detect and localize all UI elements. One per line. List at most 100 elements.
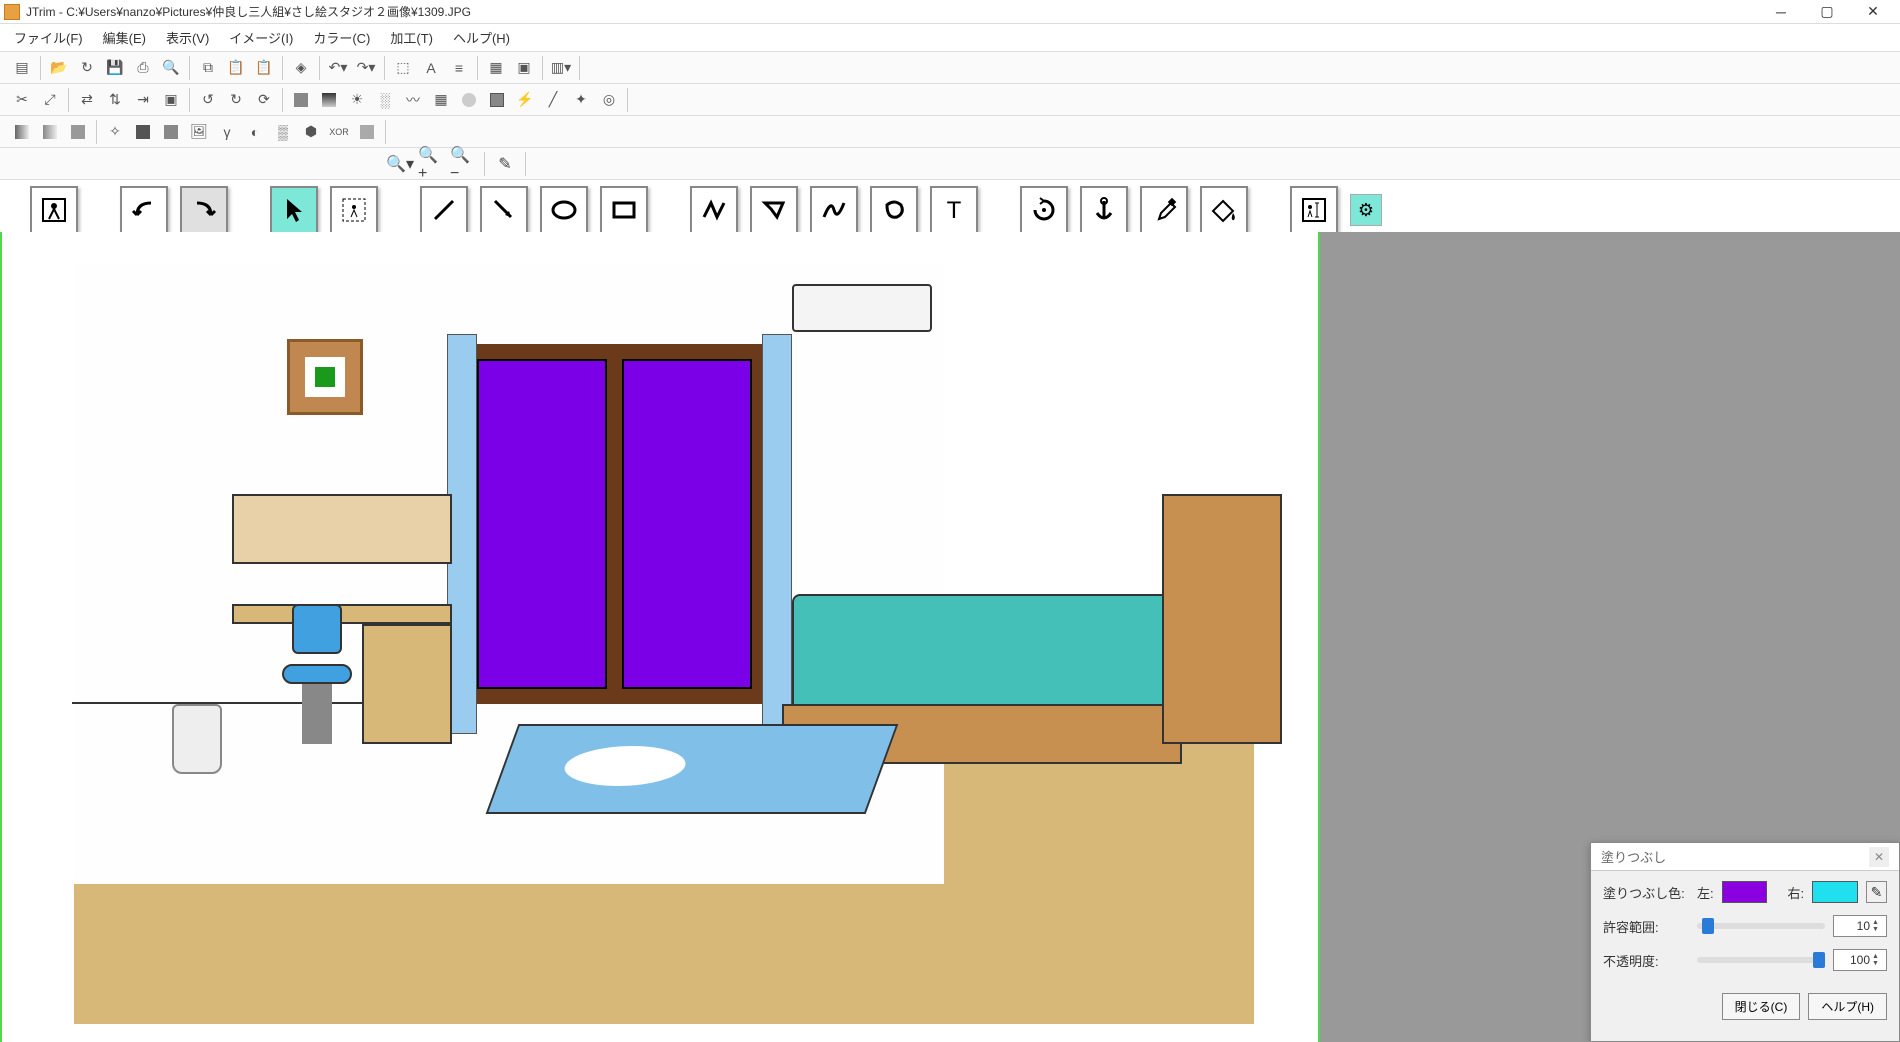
edge-button[interactable]: ╱ xyxy=(541,88,565,112)
emboss-button[interactable] xyxy=(485,88,509,112)
fill-color-label: 塗りつぶし色: xyxy=(1603,883,1689,902)
right-color-swatch[interactable] xyxy=(1812,881,1858,903)
menu-file[interactable]: ファイル(F) xyxy=(4,24,93,51)
film-icon[interactable]: ▣ xyxy=(512,56,536,80)
tool-select-area[interactable] xyxy=(330,186,378,234)
photo-button[interactable]: 🖼 xyxy=(187,120,211,144)
tool-polygon[interactable] xyxy=(750,186,798,234)
noise-button[interactable]: ░ xyxy=(373,88,397,112)
tool-settings[interactable]: ⚙ xyxy=(1350,194,1382,226)
tolerance-input[interactable]: 10 ▲▼ xyxy=(1833,915,1887,937)
tool-arrow[interactable] xyxy=(480,186,528,234)
tool-undo[interactable] xyxy=(120,186,168,234)
tone2-button[interactable] xyxy=(38,120,62,144)
grid4-icon[interactable]: ▦ xyxy=(484,56,508,80)
tool-closed-curve[interactable] xyxy=(870,186,918,234)
menu-image[interactable]: イメージ(I) xyxy=(219,24,303,51)
copy-button[interactable]: ⧉ xyxy=(196,56,220,80)
mosaic-button[interactable]: ▦ xyxy=(429,88,453,112)
paste-new-button[interactable]: 📋 xyxy=(252,56,276,80)
solid-mid-button[interactable] xyxy=(159,120,183,144)
eyedropper-icon[interactable]: ✎ xyxy=(1866,881,1887,903)
tool-pointer[interactable] xyxy=(270,186,318,234)
tool-polyline[interactable] xyxy=(690,186,738,234)
menu-view[interactable]: 表示(V) xyxy=(156,24,219,51)
rotate-right-button[interactable]: ↻ xyxy=(224,88,248,112)
open-button[interactable]: 📂 xyxy=(47,56,71,80)
save-button[interactable]: 💾 xyxy=(103,56,127,80)
dialog-close-button[interactable]: ✕ xyxy=(1869,847,1889,867)
tool-reference[interactable] xyxy=(30,186,78,234)
rotate-free-button[interactable]: ⟳ xyxy=(252,88,276,112)
redo-button[interactable]: ↷▾ xyxy=(354,56,378,80)
lines-icon[interactable]: ≡ xyxy=(447,56,471,80)
dialog-titlebar[interactable]: 塗りつぶし ✕ xyxy=(1591,843,1899,871)
eyedropper-button[interactable]: ✎ xyxy=(491,152,519,176)
tool-ellipse[interactable] xyxy=(540,186,588,234)
layers-icon[interactable]: ▥▾ xyxy=(549,56,573,80)
rotate-left-button[interactable]: ↺ xyxy=(196,88,220,112)
gray-button[interactable] xyxy=(355,120,379,144)
close-button[interactable]: ✕ xyxy=(1850,0,1896,24)
tolerance-slider[interactable] xyxy=(1697,923,1825,929)
tool-redo[interactable] xyxy=(180,186,228,234)
zoom-in-button[interactable]: 🔍+ xyxy=(418,152,446,176)
tag-button[interactable]: ◈ xyxy=(289,56,313,80)
maximize-button[interactable]: ▢ xyxy=(1804,0,1850,24)
flip-v-button[interactable]: ⇅ xyxy=(103,88,127,112)
minimize-button[interactable]: ─ xyxy=(1758,0,1804,24)
menu-edit[interactable]: 編集(E) xyxy=(93,24,156,51)
paste-button[interactable]: 📋 xyxy=(224,56,248,80)
zoom-fit-button[interactable]: 🔍▾ xyxy=(386,152,414,176)
zoom-out-button[interactable]: 🔍− xyxy=(450,152,478,176)
crop-button[interactable]: ✂ xyxy=(10,88,34,112)
tool-text[interactable]: T xyxy=(930,186,978,234)
reload-button[interactable]: ↻ xyxy=(75,56,99,80)
menu-color[interactable]: カラー(C) xyxy=(303,24,380,51)
preview-button[interactable]: 🔍 xyxy=(159,56,183,80)
wave-button[interactable]: 〰 xyxy=(401,88,425,112)
image-canvas[interactable] xyxy=(0,232,1320,1042)
left-color-swatch[interactable] xyxy=(1722,881,1768,903)
opacity-slider[interactable] xyxy=(1697,957,1825,963)
spiral-button[interactable]: ◎ xyxy=(597,88,621,112)
rgb-button[interactable]: ⬢ xyxy=(299,120,323,144)
new-button[interactable]: ▤ xyxy=(10,56,34,80)
shift-button[interactable]: ⇥ xyxy=(131,88,155,112)
resize-button[interactable]: ⤢ xyxy=(38,88,62,112)
menu-help[interactable]: ヘルプ(H) xyxy=(443,24,520,51)
dialog-close-btn[interactable]: 閉じる(C) xyxy=(1722,993,1801,1020)
flip-h-button[interactable]: ⇄ xyxy=(75,88,99,112)
brightness-button[interactable]: ☀ xyxy=(345,88,369,112)
tool-eyedropper[interactable] xyxy=(1140,186,1188,234)
tool-rotate[interactable] xyxy=(1020,186,1068,234)
frame-button[interactable]: ▣ xyxy=(159,88,183,112)
opacity-input[interactable]: 100 ▲▼ xyxy=(1833,949,1887,971)
shadow-button[interactable] xyxy=(289,88,313,112)
tool-line[interactable] xyxy=(420,186,468,234)
stamp-button[interactable]: ✦ xyxy=(569,88,593,112)
tool-fill[interactable] xyxy=(1200,186,1248,234)
undo-button[interactable]: ↶▾ xyxy=(326,56,350,80)
menu-process[interactable]: 加工(T) xyxy=(380,24,443,51)
text-button[interactable]: A xyxy=(419,56,443,80)
xor-button[interactable]: XOR xyxy=(327,120,351,144)
spark-button[interactable]: ✧ xyxy=(103,120,127,144)
tool-anchor[interactable] xyxy=(1080,186,1128,234)
tone1-button[interactable] xyxy=(10,120,34,144)
tone3-button[interactable] xyxy=(66,120,90,144)
sharpen-button[interactable]: ⚡ xyxy=(513,88,537,112)
solid-dark-button[interactable] xyxy=(131,120,155,144)
air-conditioner xyxy=(792,284,932,332)
print-button[interactable]: ⎙ xyxy=(131,56,155,80)
gradient-button[interactable] xyxy=(317,88,341,112)
tool-rectangle[interactable] xyxy=(600,186,648,234)
dither-button[interactable]: ▒ xyxy=(271,120,295,144)
blur-button[interactable] xyxy=(457,88,481,112)
tool-curve[interactable] xyxy=(810,186,858,234)
select-all-button[interactable]: ⬚ xyxy=(391,56,415,80)
gamma-button[interactable]: γ xyxy=(215,120,239,144)
tool-measure[interactable] xyxy=(1290,186,1338,234)
dialog-help-btn[interactable]: ヘルプ(H) xyxy=(1808,993,1887,1020)
moon-button[interactable]: ◐ xyxy=(243,120,267,144)
